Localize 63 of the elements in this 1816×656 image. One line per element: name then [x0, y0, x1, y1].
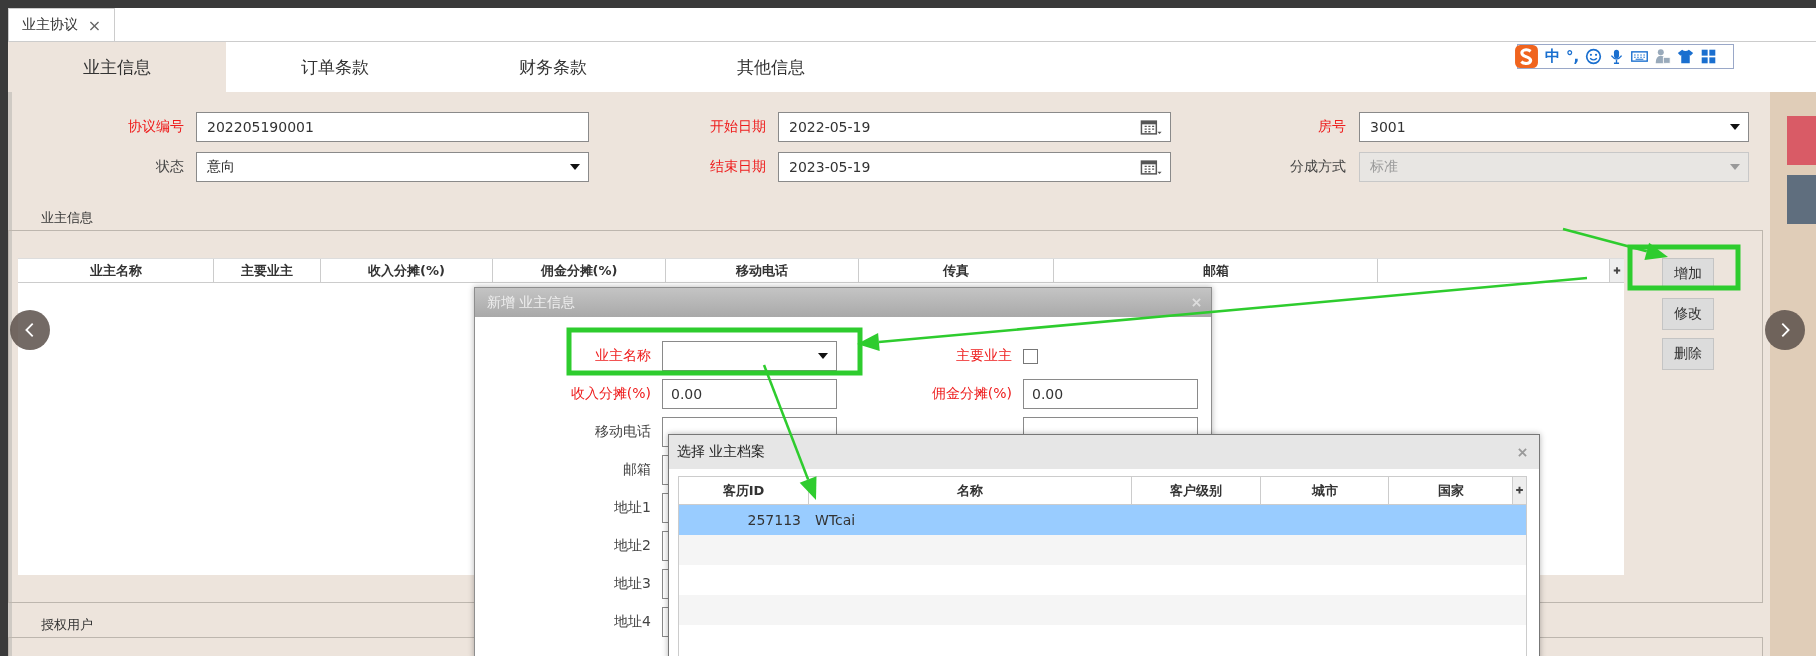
punctuation-toggle[interactable]: °, — [1566, 47, 1580, 66]
section-title: 授权用户 — [40, 616, 93, 634]
checkbox[interactable] — [1023, 348, 1038, 364]
caret-icon — [1730, 164, 1740, 170]
keyboard-icon[interactable] — [1631, 48, 1649, 65]
tab[interactable]: 业主信息 — [8, 42, 226, 92]
column-header: 邮箱 — [1054, 259, 1378, 282]
column-header: 业主名称 — [18, 259, 214, 282]
select-field[interactable] — [662, 341, 837, 371]
column-header: 城市 — [1261, 477, 1389, 504]
column-menu-icon[interactable] — [1513, 477, 1526, 504]
grid-icon[interactable] — [1700, 48, 1718, 65]
section-title: 业主信息 — [40, 209, 93, 227]
caret-icon — [570, 164, 580, 170]
field-label: 状态 — [155, 158, 184, 176]
column-header: 收入分摊(%) — [321, 259, 493, 282]
text-field[interactable]: 0.00 — [662, 379, 837, 409]
table-cell-text: 257113 — [746, 512, 802, 528]
field-label: 开始日期 — [709, 118, 766, 136]
column-header: 移动电话 — [666, 259, 859, 282]
field-label: 主要业主 — [955, 347, 1012, 365]
field-label: 地址1 — [613, 499, 651, 517]
table-row[interactable]: 257113 WTcai — [679, 505, 1526, 535]
column-header: 客户级别 — [1132, 477, 1261, 504]
text-field[interactable]: 202205190001 — [196, 112, 589, 142]
select-field[interactable]: 意向 — [196, 152, 589, 182]
close-icon[interactable] — [1518, 447, 1527, 457]
column-header: 主要业主 — [214, 259, 321, 282]
field-label: 房号 — [1317, 118, 1346, 136]
field-label: 地址4 — [613, 613, 651, 631]
field-label: 收入分摊(%) — [569, 385, 651, 403]
field-label: 地址2 — [613, 537, 651, 555]
column-menu-icon[interactable] — [1610, 259, 1624, 282]
caret-icon — [818, 353, 828, 359]
field-label: 结束日期 — [709, 158, 766, 176]
smiley-icon[interactable] — [1585, 48, 1603, 65]
tab-label: 业主协议 — [21, 16, 78, 34]
column-header: 传真 — [859, 259, 1054, 282]
caret-icon — [1730, 124, 1740, 130]
field-label: 协议编号 — [127, 118, 184, 136]
field-label: 分成方式 — [1289, 158, 1346, 176]
shirt-icon[interactable] — [1677, 48, 1695, 65]
field-label: 地址3 — [613, 575, 651, 593]
table-cell-text: WTcai — [814, 512, 856, 528]
field-label: 移动电话 — [594, 423, 651, 441]
date-field[interactable]: 2023-05-19 — [778, 152, 1171, 182]
calendar-icon — [1140, 118, 1162, 136]
date-field[interactable]: 2022-05-19 — [778, 112, 1171, 142]
select-field[interactable]: 3001 — [1359, 112, 1749, 142]
field-label: 佣金分摊(%) — [930, 385, 1012, 403]
action-button[interactable]: 修改 — [1662, 298, 1714, 330]
dialog-title: 选择 业主档案 — [677, 443, 766, 461]
field-label: 邮箱 — [622, 461, 651, 479]
logo-icon[interactable] — [1514, 44, 1539, 69]
input-mode-toggle[interactable]: 中 — [1545, 47, 1560, 66]
close-tab-button[interactable]: × — [87, 15, 102, 35]
action-button[interactable]: 删除 — [1662, 338, 1714, 370]
text-field[interactable]: 0.00 — [1023, 379, 1198, 409]
document-tab[interactable]: 业主协议 × — [8, 8, 115, 41]
calendar-icon — [1140, 158, 1162, 176]
person-icon[interactable] — [1654, 48, 1672, 65]
column-header: 佣金分摊(%) — [493, 259, 666, 282]
field-label: 业主名称 — [594, 347, 651, 365]
